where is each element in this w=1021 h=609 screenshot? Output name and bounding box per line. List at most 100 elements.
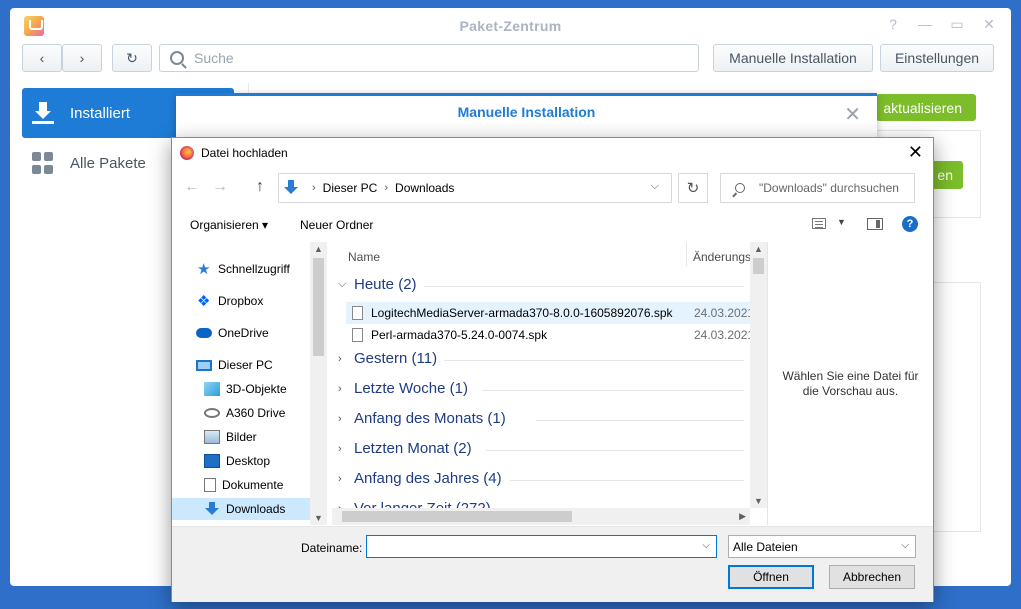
breadcrumb-separator-icon: ›: [384, 182, 389, 194]
open-button[interactable]: Öffnen: [728, 565, 814, 589]
tree-item-this-pc[interactable]: Dieser PC: [196, 354, 273, 376]
caret-down-icon[interactable]: ▼: [837, 217, 846, 227]
file-list-hscrollbar[interactable]: ▶: [332, 508, 750, 525]
sidebar-item-label: Installiert: [70, 104, 131, 122]
column-separator[interactable]: [686, 242, 687, 266]
dialog-title-bar: Datei hochladen ✕: [172, 138, 933, 168]
group-last-week[interactable]: › Letzte Woche (1): [338, 380, 744, 397]
chevron-right-icon: ›: [79, 50, 85, 66]
tree-item-dropbox[interactable]: Dropbox: [196, 290, 263, 312]
tree-item-documents[interactable]: Dokumente: [204, 474, 283, 496]
chevron-right-icon: ›: [338, 472, 342, 485]
command-bar: Organisieren ▾ Neuer Ordner ▼ ?: [172, 212, 933, 238]
toolbar: ‹ › ↻ Manuelle Installation Einstellunge…: [10, 42, 1011, 78]
pictures-icon: [204, 430, 220, 444]
group-yesterday[interactable]: › Gestern (11): [338, 350, 744, 367]
drive-icon: [204, 408, 220, 418]
back-arrow-icon[interactable]: ←: [184, 178, 200, 196]
download-icon: [283, 180, 299, 196]
tree-scrollbar[interactable]: ▲ ▼: [310, 242, 327, 525]
breadcrumb-item[interactable]: Dieser PC: [323, 181, 378, 195]
group-last-month[interactable]: › Letzten Monat (2): [338, 440, 744, 457]
scrollbar-thumb[interactable]: [753, 258, 764, 274]
refresh-icon: ↻: [686, 180, 700, 197]
folder-search-box[interactable]: "Downloads" durchsuchen: [720, 173, 915, 203]
filename-field[interactable]: ⌵: [366, 535, 717, 558]
search-input[interactable]: [194, 50, 674, 66]
chevron-down-icon[interactable]: ⌵: [651, 180, 659, 193]
preview-pane-icon[interactable]: [867, 218, 883, 230]
scroll-right-icon[interactable]: ▶: [739, 511, 746, 522]
document-icon: [204, 478, 216, 492]
scrollbar-thumb[interactable]: [342, 511, 572, 522]
tree-item-pictures[interactable]: Bilder: [204, 426, 257, 448]
manual-install-modal: Manuelle Installation ✕: [176, 93, 877, 141]
tree-item-3d-objects[interactable]: 3D-Objekte: [204, 378, 287, 400]
breadcrumb-item[interactable]: Downloads: [395, 181, 454, 195]
dialog-close-icon[interactable]: ✕: [908, 142, 923, 163]
tree-item-quick-access[interactable]: Schnellzugriff: [196, 258, 290, 280]
view-options-icon[interactable]: [812, 218, 826, 229]
cancel-button[interactable]: Abbrechen: [829, 565, 915, 589]
window-title: Paket-Zentrum: [459, 18, 562, 34]
search-placeholder: "Downloads" durchsuchen: [759, 181, 899, 195]
file-list-scrollbar[interactable]: ▲ ▼: [750, 242, 767, 508]
scrollbar-thumb[interactable]: [313, 258, 324, 356]
group-today[interactable]: ⌵ Heute (2): [338, 276, 744, 293]
scroll-down-icon[interactable]: ▼: [314, 513, 323, 523]
help-icon[interactable]: ?: [885, 16, 901, 33]
close-icon[interactable]: ✕: [981, 16, 997, 33]
file-name: LogitechMediaServer-armada370-8.0.0-1605…: [371, 306, 673, 320]
file-row[interactable]: LogitechMediaServer-armada370-8.0.0-1605…: [346, 302, 755, 324]
scroll-up-icon[interactable]: ▲: [754, 244, 763, 254]
back-button[interactable]: ‹: [22, 44, 62, 72]
desktop-icon: [204, 454, 220, 468]
update-button[interactable]: aktualisieren: [876, 94, 976, 121]
download-icon: [204, 502, 220, 516]
forward-button[interactable]: ›: [62, 44, 102, 72]
group-start-of-month[interactable]: › Anfang des Monats (1): [338, 410, 744, 427]
file-icon: [352, 306, 363, 320]
up-arrow-icon[interactable]: ↑: [256, 178, 264, 196]
download-icon: [32, 102, 54, 124]
manual-install-button[interactable]: Manuelle Installation: [713, 44, 873, 72]
forward-arrow-icon[interactable]: →: [212, 178, 228, 196]
file-date: 24.03.2021: [694, 306, 755, 320]
help-icon[interactable]: ?: [902, 216, 918, 232]
filetype-select[interactable]: Alle Dateien ⌵: [728, 535, 916, 558]
chevron-right-icon: ›: [338, 352, 342, 365]
refresh-button[interactable]: ↻: [678, 173, 708, 203]
dialog-title: Datei hochladen: [201, 146, 288, 160]
chevron-right-icon: ›: [338, 442, 342, 455]
column-header-name[interactable]: Name: [348, 250, 380, 264]
scroll-down-icon[interactable]: ▼: [754, 496, 763, 506]
scroll-up-icon[interactable]: ▲: [314, 244, 323, 254]
navigation-tree: Schnellzugriff Dropbox OneDrive Dieser P…: [172, 242, 328, 525]
organize-menu[interactable]: Organisieren ▾: [190, 218, 268, 232]
maximize-icon[interactable]: ▭: [949, 16, 965, 33]
chevron-right-icon: ›: [338, 382, 342, 395]
tree-item-onedrive[interactable]: OneDrive: [196, 322, 269, 344]
address-bar[interactable]: › Dieser PC › Downloads ⌵: [278, 173, 672, 203]
settings-button[interactable]: Einstellungen: [880, 44, 994, 72]
chevron-right-icon: ›: [338, 412, 342, 425]
group-start-of-year[interactable]: › Anfang des Jahres (4): [338, 470, 744, 487]
search-box[interactable]: [159, 44, 699, 72]
file-date: 24.03.2021: [694, 328, 755, 342]
cube-icon: [204, 382, 220, 396]
tree-item-downloads[interactable]: Downloads: [172, 498, 310, 520]
filename-input[interactable]: [371, 539, 691, 554]
file-row[interactable]: Perl-armada370-5.24.0-0074.spk 24.03.202…: [346, 324, 755, 346]
sidebar-item-label: Alle Pakete: [70, 154, 146, 172]
dropbox-icon: [196, 292, 212, 310]
chevron-down-icon[interactable]: ⌵: [702, 540, 710, 551]
new-folder-button[interactable]: Neuer Ordner: [300, 218, 373, 232]
tree-item-a360-drive[interactable]: A360 Drive: [204, 402, 285, 424]
minimize-icon[interactable]: —: [917, 16, 933, 33]
refresh-button[interactable]: ↻: [112, 44, 152, 72]
tree-item-desktop[interactable]: Desktop: [204, 450, 270, 472]
chevron-down-icon: ⌵: [338, 278, 347, 290]
search-icon: [735, 183, 745, 193]
modal-close-icon[interactable]: ✕: [844, 102, 861, 127]
column-header-date[interactable]: Änderungs: [693, 250, 751, 264]
